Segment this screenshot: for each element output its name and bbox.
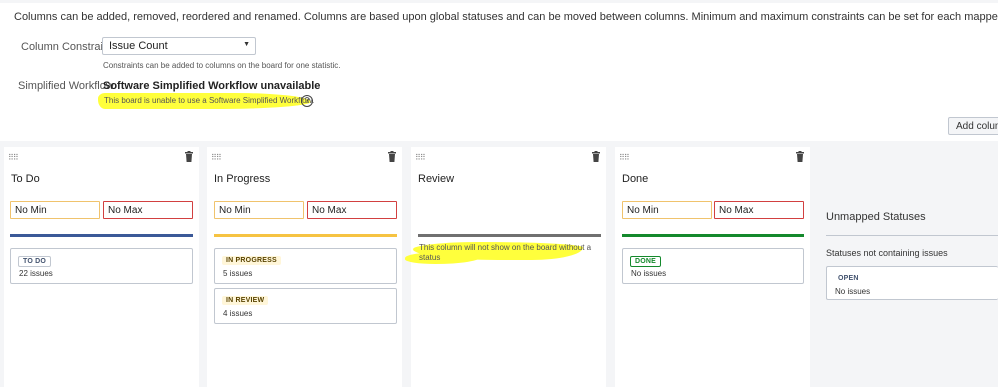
trash-icon[interactable] — [183, 151, 195, 163]
simplified-workflow-status: Software Simplified Workflow unavailable — [103, 80, 321, 92]
min-constraint-input[interactable]: No Min — [622, 201, 712, 219]
status-card-open[interactable]: OPEN No issues — [826, 266, 998, 300]
status-card-to-do[interactable]: TO DO 22 issues — [10, 248, 193, 284]
trash-icon[interactable] — [386, 151, 398, 163]
min-constraint-input[interactable]: No Min — [214, 201, 304, 219]
board-config-header: Columns can be added, removed, reordered… — [0, 0, 998, 140]
chevron-down-icon: ▼ — [243, 41, 250, 48]
status-lozenge: IN PROGRESS — [222, 256, 281, 265]
drag-handle-icon[interactable]: ⠿⠿ — [211, 153, 222, 162]
min-constraint-input[interactable]: No Min — [10, 201, 100, 219]
status-color-bar — [214, 234, 397, 237]
issue-count: No issues — [631, 269, 667, 278]
issue-count: No issues — [835, 287, 871, 296]
top-edge — [0, 0, 998, 3]
issue-count: 4 issues — [223, 309, 253, 318]
status-color-bar — [418, 234, 601, 237]
max-constraint-input[interactable]: No Max — [307, 201, 397, 219]
trash-icon[interactable] — [590, 151, 602, 163]
status-lozenge: DONE — [630, 256, 662, 267]
trash-icon[interactable] — [794, 151, 806, 163]
status-color-bar — [10, 234, 193, 237]
column-title[interactable]: Done — [622, 173, 648, 185]
columns-description: Columns can be added, removed, reordered… — [14, 11, 998, 23]
add-column-button[interactable]: Add colum — [948, 117, 998, 135]
divider — [826, 235, 998, 236]
simplified-workflow-note: This board is unable to use a Software S… — [104, 96, 315, 105]
max-constraint-input[interactable]: No Max — [103, 201, 193, 219]
status-lozenge: IN REVIEW — [222, 296, 269, 305]
column-review[interactable]: ⠿⠿ Review — [411, 147, 606, 387]
status-lozenge: TO DO — [18, 256, 52, 267]
column-done[interactable]: ⠿⠿ Done No Min No Max DONE No issues — [615, 147, 810, 387]
drag-handle-icon[interactable]: ⠿⠿ — [8, 153, 19, 162]
issue-count: 22 issues — [19, 269, 53, 278]
question-circle-icon[interactable]: ? — [301, 95, 313, 107]
column-title[interactable]: Review — [418, 173, 454, 185]
unmapped-statuses-title: Unmapped Statuses — [826, 211, 926, 223]
column-title[interactable]: In Progress — [214, 173, 270, 185]
column-constraint-value: Issue Count — [109, 40, 168, 52]
max-constraint-input[interactable]: No Max — [714, 201, 804, 219]
status-card-in-review[interactable]: IN REVIEW 4 issues — [214, 288, 397, 324]
issue-count: 5 issues — [223, 269, 253, 278]
empty-column-note: This column will not show on the board w… — [419, 243, 592, 262]
status-card-done[interactable]: DONE No issues — [622, 248, 804, 284]
status-card-in-progress[interactable]: IN PROGRESS 5 issues — [214, 248, 397, 284]
column-constraint-hint: Constraints can be added to columns on t… — [103, 61, 341, 70]
column-constraint-select[interactable]: Issue Count ▼ — [102, 37, 256, 55]
column-constraint-label: Column Constraint — [21, 41, 113, 53]
unmapped-statuses-subtitle: Statuses not containing issues — [826, 248, 948, 258]
simplified-workflow-label: Simplified Workflow — [18, 80, 114, 92]
column-in-progress[interactable]: ⠿⠿ In Progress No Min No Max IN PROGRESS… — [207, 147, 402, 387]
status-lozenge: OPEN — [838, 275, 859, 282]
status-color-bar — [622, 234, 804, 237]
drag-handle-icon[interactable]: ⠿⠿ — [415, 153, 426, 162]
drag-handle-icon[interactable]: ⠿⠿ — [619, 153, 630, 162]
column-title[interactable]: To Do — [11, 173, 40, 185]
column-to-do[interactable]: ⠿⠿ To Do No Min No Max TO DO 22 issues — [4, 147, 199, 387]
